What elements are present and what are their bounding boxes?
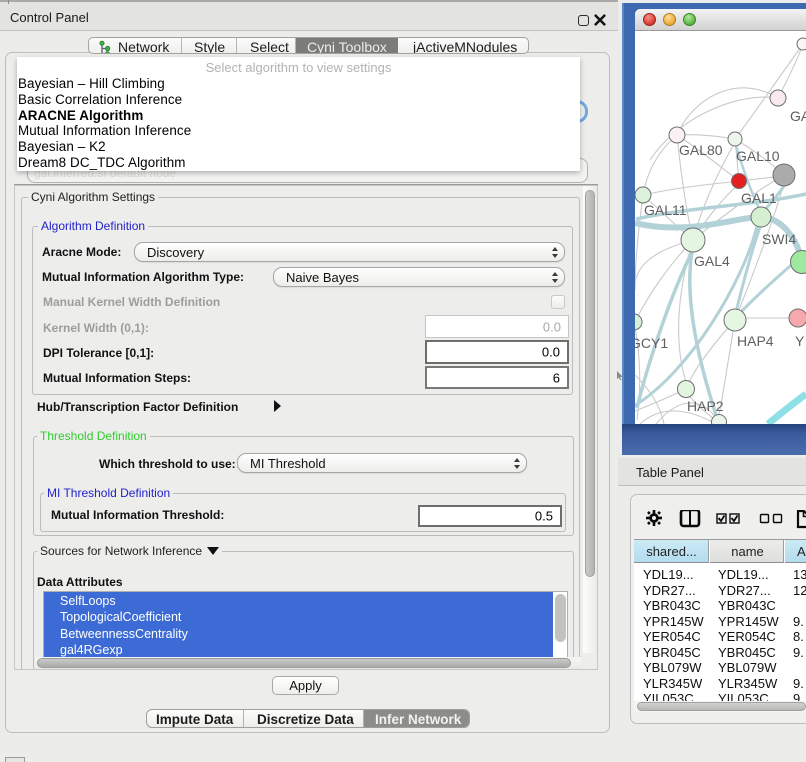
svg-text:GAL1: GAL1 [741,190,777,206]
svg-text:GAL: GAL [790,108,806,124]
svg-text:GAL4: GAL4 [694,253,730,269]
svg-text:GAL10: GAL10 [736,148,780,164]
svg-text:HAP4: HAP4 [737,333,774,349]
svg-text:GCY1: GCY1 [635,335,668,351]
svg-text:HAP2: HAP2 [687,398,724,414]
svg-text:Y: Y [795,333,805,349]
svg-text:GAL11: GAL11 [644,202,687,218]
svg-text:GAL80: GAL80 [679,142,723,158]
svg-text:SWI4: SWI4 [762,231,796,247]
